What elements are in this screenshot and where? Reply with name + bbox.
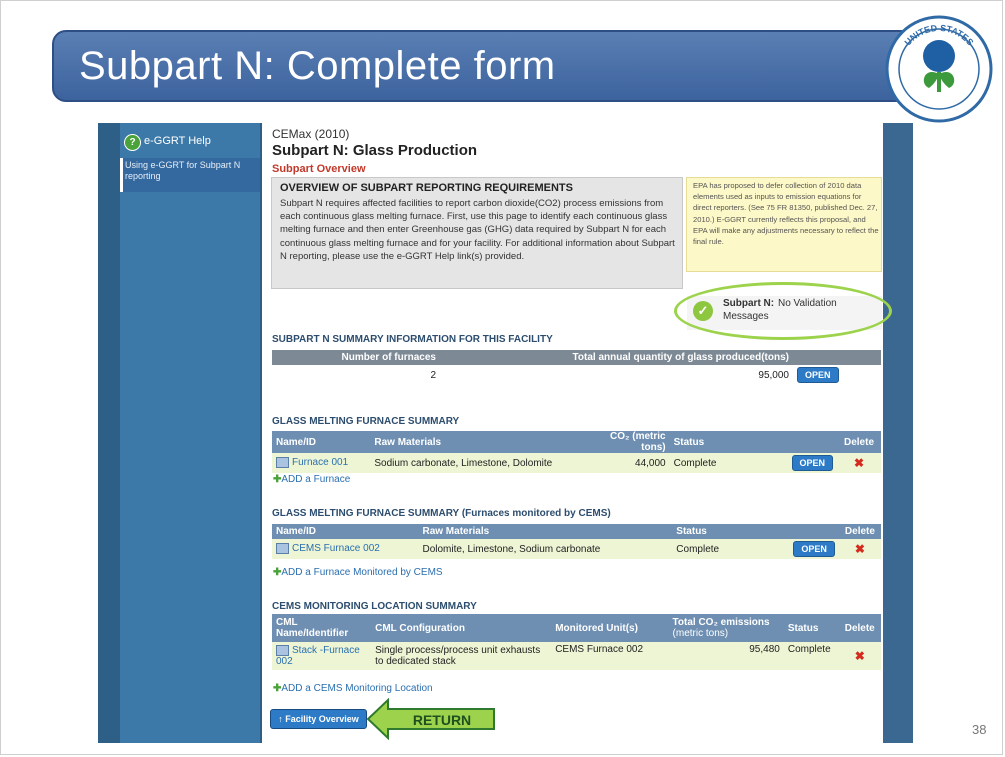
monitored-unit: CEMS Furnace 002	[551, 642, 669, 670]
help-sidebar	[120, 123, 260, 743]
cems-furnace-link[interactable]: CEMS Furnace 002	[292, 544, 380, 555]
return-arrow-icon: RETURN	[366, 698, 495, 740]
co2-value: 95,480	[668, 642, 784, 670]
add-cml-link[interactable]: ✚ADD a CEMS Monitoring Location	[273, 683, 433, 694]
delete-icon[interactable]: ✖	[855, 542, 865, 556]
table-row: Stack -Furnace 002 Single process/proces…	[272, 642, 881, 670]
cml-summary-heading: CEMS MONITORING LOCATION SUMMARY	[272, 601, 477, 612]
delete-icon[interactable]: ✖	[854, 456, 864, 470]
open-summary-button[interactable]: OPEN	[797, 367, 839, 383]
facility-overview-button[interactable]: ↑ Facility Overview	[270, 709, 367, 729]
col-total-co2: Total CO₂ emissions (metric tons)	[668, 614, 784, 642]
open-furnace-button[interactable]: OPEN	[791, 455, 834, 471]
co2-value: 44,000	[588, 453, 670, 473]
furnace-table: Name/ID Raw Materials CO₂ (metric tons) …	[272, 431, 881, 473]
furnace-count: 2	[430, 369, 436, 381]
page-subtitle: Subpart Overview	[272, 163, 366, 175]
col-cml-config: CML Configuration	[371, 614, 552, 642]
overview-heading: OVERVIEW OF SUBPART REPORTING REQUIREMEN…	[280, 182, 573, 194]
summary-heading: SUBPART N SUMMARY INFORMATION FOR THIS F…	[272, 334, 553, 345]
col-delete: Delete	[838, 614, 881, 642]
col-name-id: Name/ID	[272, 431, 371, 453]
page-title: Subpart N: Glass Production	[272, 142, 478, 159]
furnace-link[interactable]: Furnace 001	[292, 458, 348, 469]
add-furnace-link[interactable]: ✚ADD a Furnace	[273, 474, 350, 485]
status: Complete	[783, 642, 839, 670]
col-raw-materials: Raw Materials	[370, 431, 588, 453]
page-number: 38	[972, 722, 987, 737]
help-icon: ?	[124, 134, 141, 151]
table-row: CEMS Furnace 002 Dolomite, Limestone, So…	[272, 539, 881, 559]
edit-icon[interactable]	[276, 457, 289, 469]
edit-icon[interactable]	[276, 543, 289, 555]
col-status: Status	[783, 614, 839, 642]
table-row: Furnace 001 Sodium carbonate, Limestone,…	[272, 453, 881, 473]
status: Complete	[669, 453, 741, 473]
glass-produced: 95,000	[758, 369, 789, 381]
highlight-ellipse	[674, 282, 892, 340]
facility-name: CEMax (2010)	[272, 127, 350, 141]
col-glass-produced: Total annual quantity of glass produced(…	[440, 350, 793, 365]
overview-text: Subpart N requires affected facilities t…	[280, 198, 675, 262]
help-link-subpart-n[interactable]: Using e-GGRT for Subpart N reporting	[125, 160, 257, 182]
col-name-id: Name/ID	[272, 524, 419, 539]
help-label: e-GGRT Help	[144, 135, 211, 147]
col-co2: CO₂ (metric tons)	[588, 431, 670, 453]
notice-text: EPA has proposed to defer collection of …	[693, 181, 879, 247]
add-cems-furnace-link[interactable]: ✚ADD a Furnace Monitored by CEMS	[273, 567, 443, 578]
open-cems-furnace-button[interactable]: OPEN	[793, 541, 835, 557]
cems-furnace-heading: GLASS MELTING FURNACE SUMMARY (Furnaces …	[272, 508, 611, 519]
col-raw-materials: Raw Materials	[418, 524, 673, 539]
col-status: Status	[672, 524, 761, 539]
col-delete: Delete	[837, 431, 881, 453]
col-monitored-units: Monitored Unit(s)	[551, 614, 669, 642]
return-label: RETURN	[413, 712, 471, 728]
col-cml-name: CML Name/Identifier	[272, 614, 372, 642]
cml-config: Single process/process unit exhausts to …	[371, 642, 552, 670]
slide-title: Subpart N: Complete form	[79, 44, 556, 88]
col-number-of-furnaces: Number of furnaces	[272, 350, 440, 365]
cml-table: CML Name/Identifier CML Configuration Mo…	[272, 614, 881, 670]
raw-materials: Dolomite, Limestone, Sodium carbonate	[418, 539, 673, 559]
delete-icon[interactable]: ✖	[855, 649, 865, 663]
furnace-summary-heading: GLASS MELTING FURNACE SUMMARY	[272, 416, 460, 427]
epa-seal-icon: UNITED STATES	[885, 15, 993, 123]
raw-materials: Sodium carbonate, Limestone, Dolomite	[370, 453, 588, 473]
help-link-marker	[120, 158, 123, 192]
status: Complete	[672, 539, 761, 559]
summary-table: Number of furnaces Total annual quantity…	[272, 350, 881, 385]
cems-furnace-table: Name/ID Raw Materials Status Delete CEMS…	[272, 524, 881, 559]
edit-icon[interactable]	[276, 644, 289, 656]
screenshot-right-edge	[883, 123, 913, 743]
col-delete: Delete	[838, 524, 881, 539]
col-status: Status	[669, 431, 741, 453]
